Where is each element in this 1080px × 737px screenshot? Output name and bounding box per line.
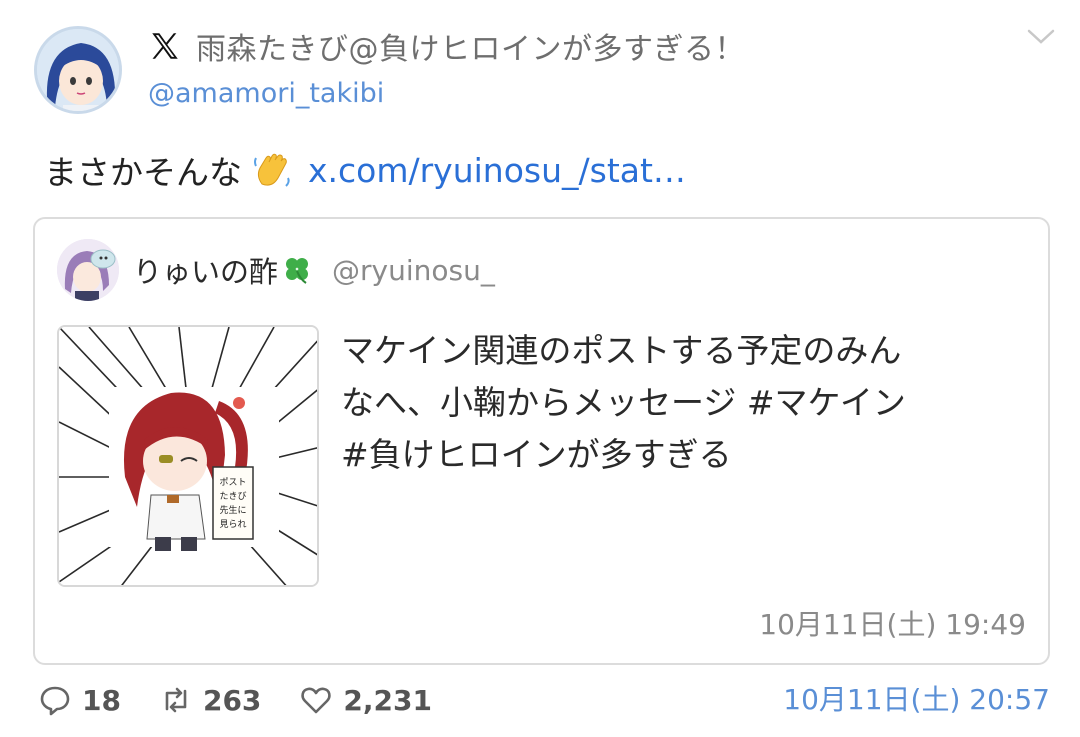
reply-button[interactable]: 18	[38, 683, 121, 717]
quote-author-name[interactable]: りゅいの酢	[133, 249, 278, 291]
quote-timestamp: 10月11日(土) 19:49	[759, 608, 1026, 641]
reply-icon	[40, 686, 70, 716]
quoted-post[interactable]: りゅいの酢 @ryuinosu_ ポスト たきび 先生に 見られ マケイン関連の…	[33, 217, 1050, 665]
author-header: 雨森たきび@負けヒロインが多すぎる！	[148, 24, 745, 68]
quote-text: マケイン関連のポストする予定のみん なへ、小鞠からメッセージ #マケイン #負け…	[341, 325, 1021, 481]
quote-image[interactable]: ポスト たきび 先生に 見られ	[57, 325, 319, 587]
like-button[interactable]: 2,231	[299, 683, 432, 717]
quote-text-line: #負けヒロインが多すぎる	[341, 435, 732, 474]
author-avatar[interactable]	[34, 26, 122, 114]
quote-text-line: なへ、小鞠からメッセージ #マケイン	[341, 383, 906, 422]
repost-icon	[165, 687, 187, 713]
action-bar: 18 263 2,231	[38, 680, 470, 720]
repost-button[interactable]: 263	[159, 683, 261, 717]
like-count: 2,231	[343, 683, 432, 717]
svg-text:たきび: たきび	[219, 491, 246, 502]
repost-count: 263	[202, 683, 262, 717]
tweet-text: まさかそんな x.com/ryuinosu_/stat…	[44, 146, 686, 194]
tweet-link[interactable]: x.com/ryuinosu_/stat…	[308, 151, 686, 190]
author-handle[interactable]: @amamori_takibi	[148, 78, 384, 109]
author-display-name[interactable]: 雨森たきび@負けヒロインが多すぎる！	[196, 24, 745, 68]
svg-text:先生に: 先生に	[219, 504, 246, 516]
chevron-down-icon[interactable]	[1026, 26, 1056, 48]
reply-count: 18	[82, 683, 121, 717]
quote-author-avatar[interactable]	[57, 239, 119, 301]
four-leaf-clover-icon	[286, 258, 309, 284]
quote-text-line: マケイン関連のポストする予定のみん	[341, 331, 902, 370]
x-logo-icon	[152, 33, 178, 59]
wave-emoji-icon	[254, 153, 290, 187]
svg-text:ポスト: ポスト	[219, 477, 246, 488]
svg-text:見られ: 見られ	[219, 519, 246, 530]
tweet-body: まさかそんな	[44, 153, 242, 192]
post-timestamp[interactable]: 10月11日(土) 20:57	[783, 680, 1050, 720]
quote-header: りゅいの酢 @ryuinosu_	[133, 249, 495, 291]
heart-icon	[301, 687, 332, 714]
quote-author-handle[interactable]: @ryuinosu_	[332, 254, 495, 287]
